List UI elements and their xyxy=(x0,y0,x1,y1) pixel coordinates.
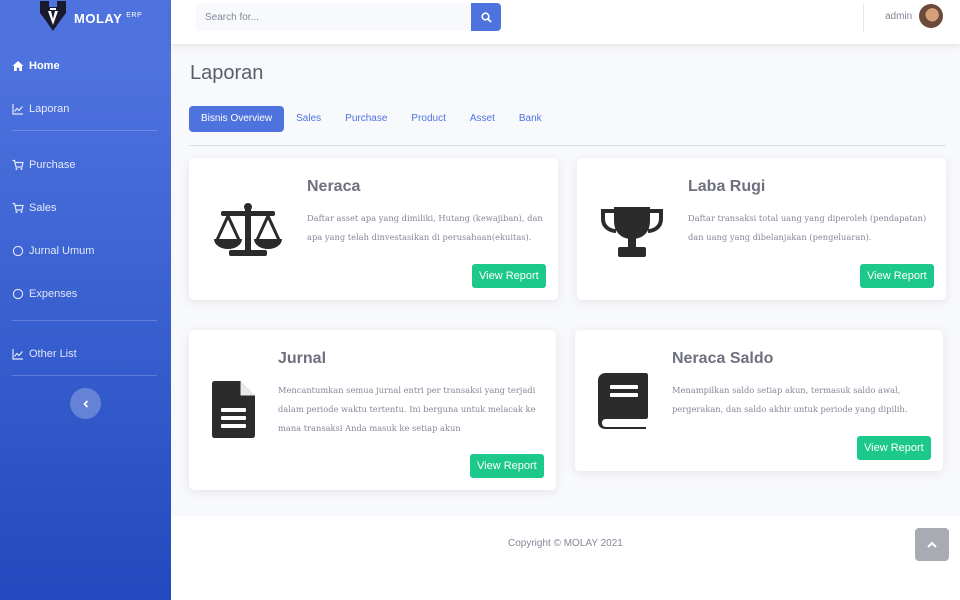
card-description: Menampilkan saldo setiap akun, termasuk … xyxy=(672,385,908,414)
cart-icon xyxy=(12,159,24,170)
sidebar-toggle-button[interactable] xyxy=(70,388,101,419)
tab-product[interactable]: Product xyxy=(399,106,457,132)
page-title: Laporan xyxy=(190,62,264,84)
sidebar-item-jurnal-umum[interactable]: Jurnal Umum xyxy=(12,245,94,257)
circle-icon xyxy=(12,288,24,300)
sidebar-item-label: Sales xyxy=(29,202,57,214)
chevron-up-icon xyxy=(927,541,937,548)
copyright: Copyright © MOLAY 2021 xyxy=(508,538,623,549)
card-title: Jurnal xyxy=(278,350,327,367)
book-icon xyxy=(598,373,648,429)
card-description: Mencantumkan semua jurnal entri per tran… xyxy=(278,385,536,433)
card-description: Daftar asset apa yang dimiliki, Hutang (… xyxy=(307,213,543,242)
sidebar-divider xyxy=(12,375,157,376)
tab-bisnis-overview[interactable]: Bisnis Overview xyxy=(189,106,285,132)
scroll-to-top-button[interactable] xyxy=(915,528,949,561)
sidebar-item-label: Purchase xyxy=(29,159,76,171)
brand[interactable]: MOLAY ERP xyxy=(0,0,171,36)
card-title: Neraca Saldo xyxy=(672,350,774,367)
avatar xyxy=(919,4,944,28)
cart-icon xyxy=(12,202,24,213)
brand-suffix: ERP xyxy=(126,12,143,20)
chart-line-icon xyxy=(12,349,23,360)
search-button[interactable] xyxy=(471,3,501,31)
home-icon xyxy=(12,61,24,71)
balance-scale-icon xyxy=(214,203,282,256)
chart-line-icon xyxy=(12,104,23,115)
sidebar-item-label: Expenses xyxy=(29,288,78,300)
report-tabs: Bisnis Overview Sales Purchase Product A… xyxy=(189,106,554,132)
sidebar-item-label: Jurnal Umum xyxy=(29,245,95,257)
sidebar-divider xyxy=(12,130,157,131)
card-description: Daftar transaksi total uang yang diperol… xyxy=(688,213,927,242)
brand-logo-icon xyxy=(40,1,66,31)
topbar-divider xyxy=(863,4,864,32)
sidebar-divider xyxy=(12,320,157,321)
tab-asset[interactable]: Asset xyxy=(458,106,507,132)
view-report-button[interactable]: View Report xyxy=(472,264,546,288)
sidebar-item-other-list[interactable]: Other List xyxy=(12,348,77,360)
sidebar-item-home[interactable]: Home xyxy=(12,60,60,72)
report-card-laba-rugi: Laba Rugi Daftar transaksi total uang ya… xyxy=(577,158,946,300)
sidebar-item-purchase[interactable]: Purchase xyxy=(12,159,75,171)
sidebar-item-sales[interactable]: Sales xyxy=(12,202,57,214)
report-card-jurnal: Jurnal Mencantumkan semua jurnal entri p… xyxy=(189,330,556,490)
report-card-neraca-saldo: Neraca Saldo Menampilkan saldo setiap ak… xyxy=(575,330,943,471)
sidebar-item-label: Other List xyxy=(29,348,77,360)
card-title: Neraca xyxy=(307,178,361,195)
user-menu[interactable]: admin xyxy=(885,4,944,28)
trophy-icon xyxy=(601,207,663,257)
circle-icon xyxy=(12,245,24,257)
search-input[interactable] xyxy=(196,3,471,31)
card-title: Laba Rugi xyxy=(688,178,766,195)
view-report-button[interactable]: View Report xyxy=(860,264,934,288)
tab-sales[interactable]: Sales xyxy=(284,106,333,132)
view-report-button[interactable]: View Report xyxy=(857,436,931,460)
chevron-left-icon xyxy=(82,399,88,408)
report-card-neraca: Neraca Daftar asset apa yang dimiliki, H… xyxy=(189,158,558,300)
sidebar: MOLAY ERP Home Laporan Purchase Sales Jur… xyxy=(0,0,171,600)
tab-purchase[interactable]: Purchase xyxy=(333,106,399,132)
file-alt-icon xyxy=(212,381,255,438)
search-form xyxy=(196,3,501,31)
user-name: admin xyxy=(885,10,913,22)
topbar: admin xyxy=(171,0,960,44)
sidebar-item-label: Home xyxy=(29,60,60,72)
tab-bank[interactable]: Bank xyxy=(507,106,554,132)
footer: Copyright © MOLAY 2021 xyxy=(171,516,960,600)
sidebar-item-expenses[interactable]: Expenses xyxy=(12,288,77,300)
tabs-divider xyxy=(189,145,946,146)
sidebar-item-label: Laporan xyxy=(29,103,70,115)
search-icon xyxy=(480,11,492,23)
view-report-button[interactable]: View Report xyxy=(470,454,544,478)
brand-name: MOLAY ERP xyxy=(74,10,143,26)
sidebar-item-laporan[interactable]: Laporan xyxy=(12,103,69,115)
